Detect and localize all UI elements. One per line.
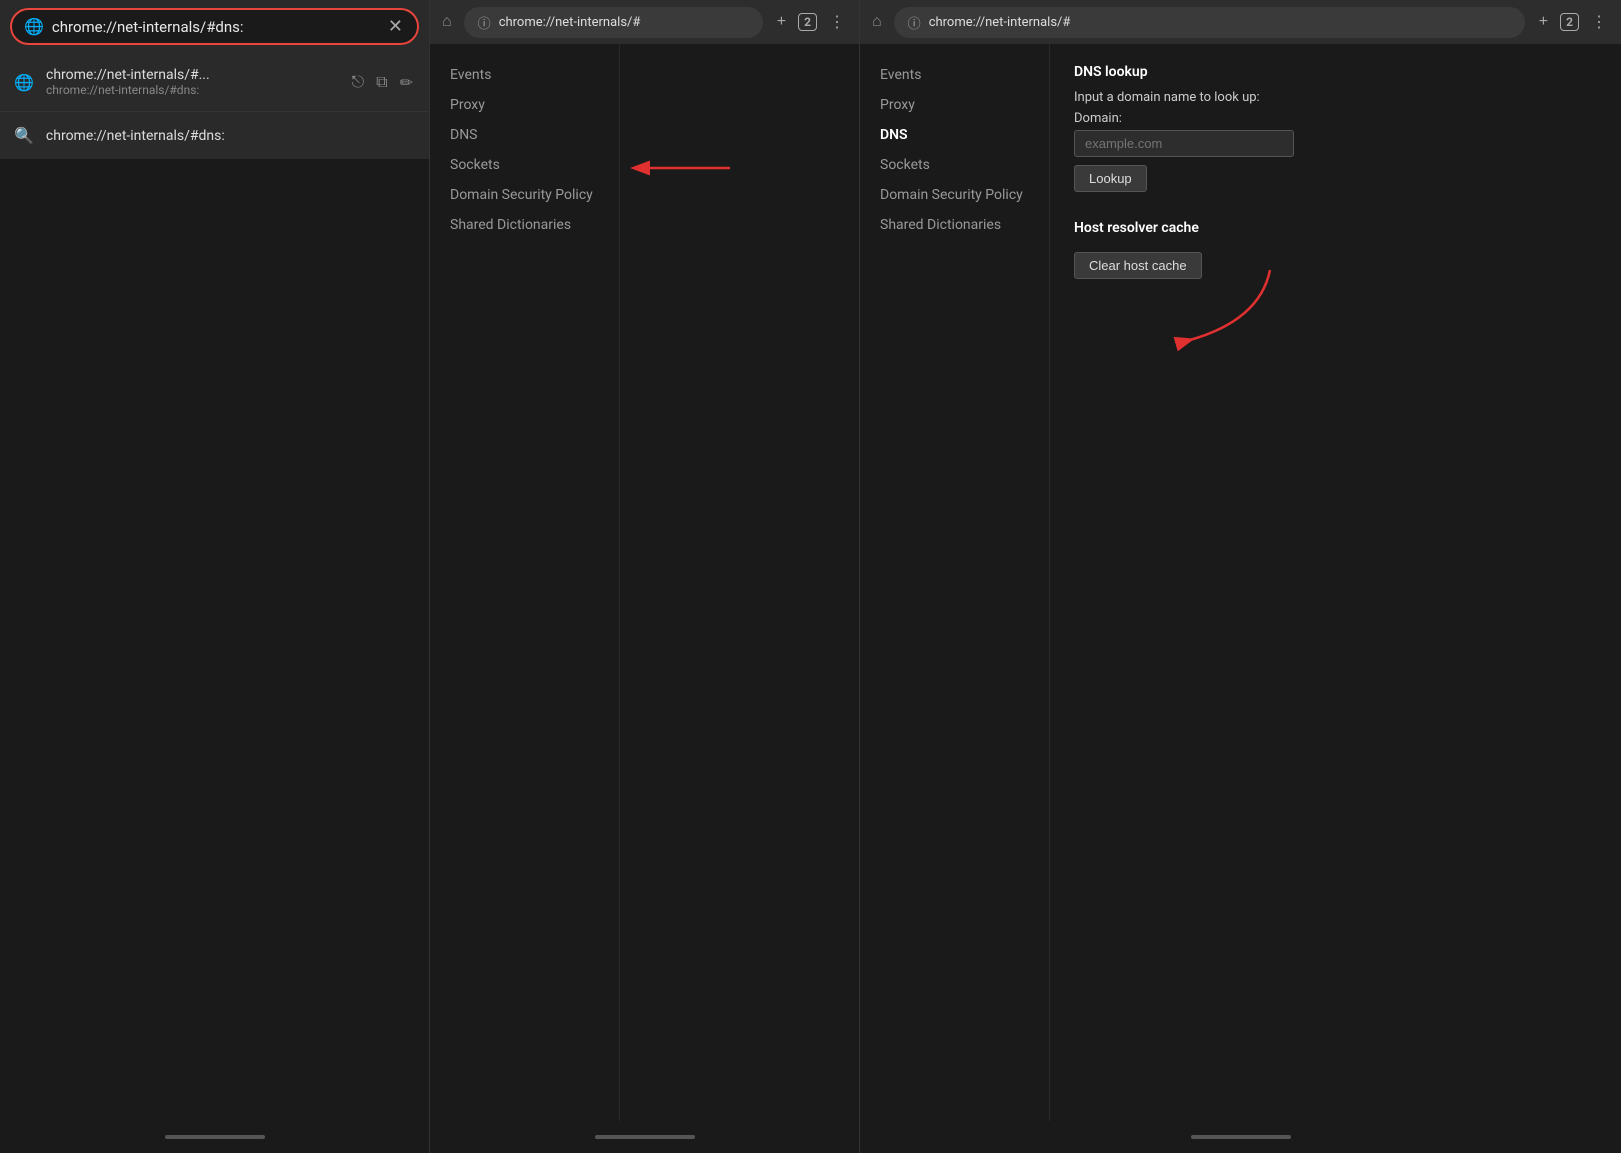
toolbar-actions-2: + 2 ⋮ [771,10,851,34]
home-button-2[interactable]: ⌂ [438,9,456,35]
sidebar-item-dsp-3[interactable]: Domain Security Policy [860,180,1049,210]
globe-icon: 🌐 [24,17,44,36]
browser-chrome-3: ⌂ ⓘ chrome://net-internals/# + 2 ⋮ [860,0,1621,44]
autocomplete-item-title: chrome://net-internals/#... [46,67,338,83]
panel-browser-dns: ⌂ ⓘ chrome://net-internals/# + 2 ⋮ Event… [860,0,1621,1153]
panel1-empty-area [0,159,429,1121]
edit-icon[interactable]: ✏ [398,71,415,94]
domain-field-label: Domain: [1074,111,1597,126]
more-menu-button-2[interactable]: ⋮ [823,10,851,34]
autocomplete-dropdown: 🌐 chrome://net-internals/#... chrome://n… [0,53,429,159]
sidebar-item-dsp-2[interactable]: Domain Security Policy [430,180,619,210]
search-icon: 🔍 [14,126,34,145]
domain-input[interactable] [1074,130,1294,157]
bottom-indicator-3 [1191,1135,1291,1139]
sidebar-item-dns-2[interactable]: DNS [430,120,619,150]
page-content-3: Events Proxy DNS Sockets Domain Security… [860,44,1621,1121]
panel-addressbar: 🌐 chrome://net-internals/#dns: ✕ 🌐 chrom… [0,0,430,1153]
sidebar-item-proxy-2[interactable]: Proxy [430,90,619,120]
autocomplete-item-content: chrome://net-internals/#... chrome://net… [46,67,338,97]
autocomplete-item-subtitle: chrome://net-internals/#dns: [46,83,338,97]
sidebar-item-proxy-3[interactable]: Proxy [860,90,1049,120]
omnibox-url-2: chrome://net-internals/# [499,15,749,30]
omnibox-url-3: chrome://net-internals/# [929,15,1511,30]
tab-count-2[interactable]: 2 [798,13,817,31]
bottom-indicator-2 [595,1135,695,1139]
host-cache-title: Host resolver cache [1074,220,1597,236]
sidebar-item-shared-dicts-3[interactable]: Shared Dictionaries [860,210,1049,240]
lookup-button[interactable]: Lookup [1074,165,1147,192]
address-bar[interactable]: 🌐 chrome://net-internals/#dns: ✕ [10,8,419,45]
new-tab-button-3[interactable]: + [1533,11,1554,33]
omnibox-2[interactable]: ⓘ chrome://net-internals/# [464,7,763,38]
history-globe-icon: 🌐 [14,73,34,92]
browser-toolbar-3: ⌂ ⓘ chrome://net-internals/# + 2 ⋮ [860,0,1621,44]
address-bar-container: 🌐 chrome://net-internals/#dns: ✕ [0,0,429,53]
more-menu-button-3[interactable]: ⋮ [1585,10,1613,34]
sidebar-nav-3: Events Proxy DNS Sockets Domain Security… [860,44,1050,1121]
autocomplete-search-item[interactable]: 🔍 chrome://net-internals/#dns: [0,116,429,155]
main-area-2 [620,44,859,1121]
host-cache-section: Host resolver cache Clear host cache [1074,220,1597,279]
dns-lookup-title: DNS lookup [1074,64,1597,80]
browser-chrome-2: ⌂ ⓘ chrome://net-internals/# + 2 ⋮ [430,0,859,44]
share-icon[interactable]: ⎋ [350,70,367,94]
panel1-footer [0,1121,429,1153]
new-tab-button-2[interactable]: + [771,11,792,33]
panel2-footer [430,1121,859,1153]
omnibox-3[interactable]: ⓘ chrome://net-internals/# [894,7,1525,38]
clear-host-cache-button[interactable]: Clear host cache [1074,252,1202,279]
autocomplete-search-text: chrome://net-internals/#dns: [46,128,225,144]
browser-toolbar-2: ⌂ ⓘ chrome://net-internals/# + 2 ⋮ [430,0,859,44]
toolbar-actions-3: + 2 ⋮ [1533,10,1613,34]
home-button-3[interactable]: ⌂ [868,9,886,35]
address-bar-close-button[interactable]: ✕ [386,16,405,37]
autocomplete-divider [0,111,429,112]
dns-lookup-section: DNS lookup Input a domain name to look u… [1074,64,1597,192]
page-content-2: Events Proxy DNS Sockets Domain Security… [430,44,859,1121]
lock-icon-3: ⓘ [908,13,921,32]
sidebar-item-shared-dicts-2[interactable]: Shared Dictionaries [430,210,619,240]
dns-lookup-description: Input a domain name to look up: [1074,90,1597,105]
lock-icon-2: ⓘ [478,13,491,32]
sidebar-item-events-3[interactable]: Events [860,60,1049,90]
panel-browser-nav: ⌂ ⓘ chrome://net-internals/# + 2 ⋮ Event… [430,0,860,1153]
sidebar-item-events-2[interactable]: Events [430,60,619,90]
sidebar-item-sockets-2[interactable]: Sockets [430,150,619,180]
bottom-indicator [165,1135,265,1139]
address-bar-url: chrome://net-internals/#dns: [52,18,378,36]
sidebar-nav-2: Events Proxy DNS Sockets Domain Security… [430,44,620,1121]
tab-count-3[interactable]: 2 [1560,13,1579,31]
copy-icon[interactable]: ⧉ [374,70,389,94]
panel3-footer [860,1121,1621,1153]
sidebar-item-dns-3[interactable]: DNS [860,120,1049,150]
sidebar-item-sockets-3[interactable]: Sockets [860,150,1049,180]
autocomplete-item-actions: ⎋ ⧉ ✏ [350,70,416,94]
dns-main-content: DNS lookup Input a domain name to look u… [1050,44,1621,1121]
autocomplete-history-item[interactable]: 🌐 chrome://net-internals/#... chrome://n… [0,57,429,107]
